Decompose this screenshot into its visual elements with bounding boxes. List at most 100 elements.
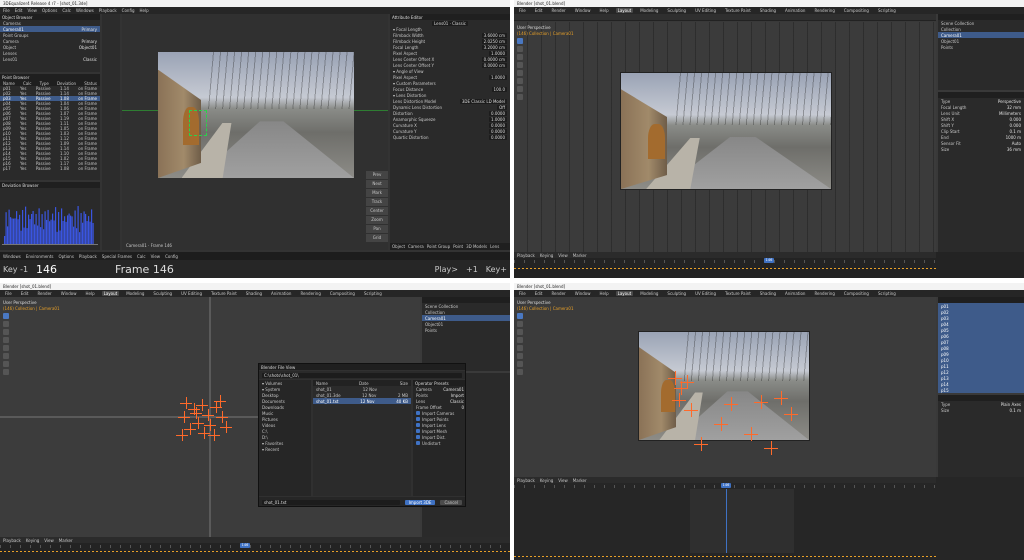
menu-render[interactable]: Render (35, 291, 53, 296)
3d-viewport[interactable]: User Perspective (146) Collection | Came… (514, 22, 936, 252)
attribute-value[interactable]: 0.0000 cm (481, 56, 507, 62)
tab-scripting[interactable]: Scripting (362, 291, 384, 296)
menu-file[interactable]: File (517, 291, 528, 296)
attribute-value[interactable]: 1.0000 (489, 50, 507, 56)
option-checkbox[interactable]: Undistort (413, 440, 465, 446)
menu-edit[interactable]: Edit (533, 291, 545, 296)
attribute-value[interactable]: 0.0000 (489, 128, 507, 134)
tab-uv-editing[interactable]: UV Editing (693, 291, 718, 296)
play-button[interactable]: Play> (435, 265, 458, 274)
tab-shading[interactable]: Shading (758, 291, 778, 296)
timeline-menu-keying[interactable]: Keying (540, 478, 553, 483)
attribute-value[interactable]: 0.0000 (489, 134, 507, 140)
side-button-zoom[interactable]: Zoom (366, 216, 388, 224)
tab-modeling[interactable]: Modeling (124, 291, 146, 296)
tab-compositing[interactable]: Compositing (842, 291, 871, 296)
timeline-menu-playback[interactable]: Playback (517, 253, 535, 258)
tab-sculpting[interactable]: Sculpting (151, 291, 174, 296)
tab-shading[interactable]: Shading (758, 8, 778, 13)
footer-menu-config[interactable]: Config (165, 254, 178, 259)
footer-menu-options[interactable]: Options (58, 254, 73, 259)
attribute-value[interactable]: 0.0000 (489, 122, 507, 128)
tab-texture-paint[interactable]: Texture Paint (723, 8, 753, 13)
timeline-menu-keying[interactable]: Keying (540, 253, 553, 258)
current-frame-indicator[interactable]: 146 (240, 543, 250, 548)
timeline[interactable]: Playback Keying View Marker 146 (0, 537, 510, 560)
select-tool-icon[interactable] (516, 313, 523, 319)
tab-uv-editing[interactable]: UV Editing (179, 291, 204, 296)
import-button[interactable]: Import 3DE (404, 499, 436, 505)
scale-tool-icon[interactable] (516, 345, 523, 351)
checkbox-icon[interactable] (416, 429, 420, 433)
3d-viewport[interactable]: User Perspective (146) Collection | Came… (514, 297, 936, 477)
timeline-menu-marker[interactable]: Marker (573, 253, 587, 258)
timeline-menu-playback[interactable]: Playback (517, 478, 535, 483)
move-tool-icon[interactable] (516, 329, 523, 335)
move-tool-icon[interactable] (516, 54, 523, 60)
point-row[interactable]: p17 Yes Passive 1.08 on Frame (0, 166, 100, 171)
menu-file[interactable]: File (517, 8, 528, 13)
side-button-mark[interactable]: Mark (366, 189, 388, 197)
tab-sculpting[interactable]: Sculpting (665, 291, 688, 296)
menu-calc[interactable]: Calc (62, 8, 71, 13)
attribute-value[interactable]: 1.0000 (489, 74, 507, 80)
attribute-value[interactable]: 2.0250 cm (481, 38, 507, 44)
tab-compositing[interactable]: Compositing (328, 291, 357, 296)
tab-sculpting[interactable]: Sculpting (665, 8, 688, 13)
timeline-menu-view[interactable]: View (558, 478, 568, 483)
menu-file[interactable]: File (3, 291, 14, 296)
tab-uv-editing[interactable]: UV Editing (693, 8, 718, 13)
property-row[interactable]: Size 36 mm (938, 146, 1024, 152)
outliner-item[interactable]: Points (422, 327, 510, 333)
move-tool-icon[interactable] (2, 329, 9, 335)
attribute-value[interactable]: 3DE Classic LD Model (459, 98, 507, 104)
transform-tool-icon[interactable] (2, 353, 9, 359)
timeline[interactable]: Playback Keying View Marker 146 (514, 252, 1024, 278)
menu-window[interactable]: Window (573, 291, 593, 296)
timeline-menu-view[interactable]: View (44, 538, 54, 543)
attribute-value[interactable]: 0.0000 cm (481, 62, 507, 68)
outliner-item[interactable]: Points (938, 44, 1024, 50)
footer-menu-special-frames[interactable]: Special Frames (102, 254, 132, 259)
tab-animation[interactable]: Animation (783, 291, 807, 296)
attribute-value[interactable]: 3.2000 cm (481, 44, 507, 50)
attribute-value[interactable]: Off (497, 104, 507, 110)
menu-help[interactable]: Help (83, 291, 96, 296)
menu-edit[interactable]: Edit (533, 8, 545, 13)
menu-edit[interactable]: Edit (19, 291, 31, 296)
timeline-menu-playback[interactable]: Playback (3, 538, 21, 543)
side-button-pan[interactable]: Pan (366, 225, 388, 233)
projected-points[interactable] (664, 367, 804, 457)
menu-file[interactable]: File (3, 8, 10, 13)
frame-number[interactable]: 146 (36, 263, 57, 276)
tab-rendering[interactable]: Rendering (812, 8, 836, 13)
rotate-tool-icon[interactable] (516, 62, 523, 68)
annotate-tool-icon[interactable] (516, 361, 523, 367)
timeline-menu-marker[interactable]: Marker (59, 538, 73, 543)
tab-compositing[interactable]: Compositing (842, 8, 871, 13)
imported-point-cloud[interactable] (170, 389, 250, 449)
select-tool-icon[interactable] (2, 313, 9, 319)
outliner-item[interactable]: p15 (938, 387, 1024, 393)
menu-edit[interactable]: Edit (15, 8, 23, 13)
path-input[interactable]: C:\shots\shot_01\ (262, 372, 462, 378)
measure-tool-icon[interactable] (516, 94, 523, 100)
rotate-tool-icon[interactable] (516, 337, 523, 343)
main-viewport[interactable]: Camera01 · Frame 146 (122, 14, 388, 250)
file-item[interactable]: shot_01.txt 12 Nov 40 KB (313, 398, 411, 404)
tab-shading[interactable]: Shading (244, 291, 264, 296)
menu-config[interactable]: Config (122, 8, 135, 13)
filename-input[interactable]: shot_01.txt (262, 499, 400, 505)
attribute-value[interactable]: 0.0000 (489, 110, 507, 116)
menu-render[interactable]: Render (549, 291, 567, 296)
timeline-menu-marker[interactable]: Marker (573, 478, 587, 483)
side-button-next[interactable]: Next (366, 180, 388, 188)
checkbox-icon[interactable] (416, 411, 420, 415)
side-button-center[interactable]: Center (366, 207, 388, 215)
cursor-tool-icon[interactable] (516, 46, 523, 52)
checkbox-icon[interactable] (416, 423, 420, 427)
footer-menu-playback[interactable]: Playback (79, 254, 97, 259)
scale-tool-icon[interactable] (516, 70, 523, 76)
tab-layout[interactable]: Layout (615, 291, 634, 296)
tracking-points[interactable] (189, 109, 208, 136)
